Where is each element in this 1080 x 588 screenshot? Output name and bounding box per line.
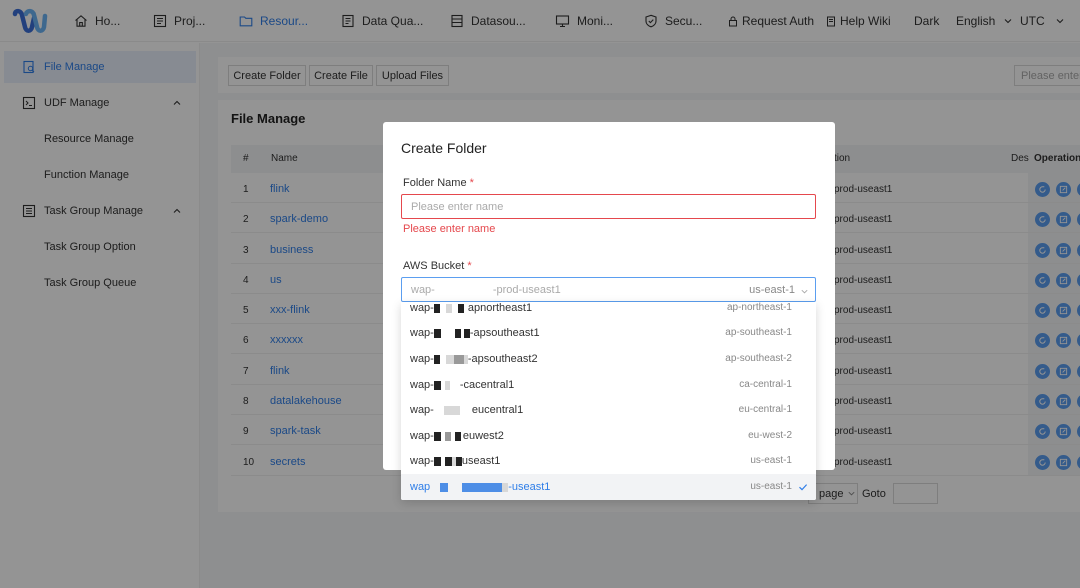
- redacted-block: [434, 406, 444, 415]
- aws-bucket-label: AWS Bucket *: [403, 260, 472, 272]
- redacted-block: [433, 431, 441, 441]
- bucket-option-region: ap-southeast-2: [725, 353, 792, 364]
- aws-bucket-label-text: AWS Bucket: [403, 260, 465, 272]
- bucket-option-suffix: euwest2: [462, 430, 504, 442]
- redacted-block: [433, 456, 441, 466]
- redacted-block: [448, 483, 462, 492]
- redacted-block: [433, 380, 441, 390]
- redacted-block: [453, 354, 464, 364]
- bucket-option-suffix: -cacentral1: [459, 379, 515, 391]
- redacted-block: [462, 482, 503, 492]
- bucket-option[interactable]: wap-useast1 us-east-1: [401, 448, 816, 474]
- bucket-dropdown: wap-apnortheast1 ap-northeast-1 wap- -apsou…: [401, 302, 816, 500]
- redacted-block: [450, 381, 460, 390]
- bucket-option[interactable]: wap- -apsoutheast1 ap-southeast-1: [401, 320, 816, 346]
- folder-name-input[interactable]: Please enter name: [401, 194, 816, 219]
- bucket-option[interactable]: wap- -cacentral1 ca-central-1: [401, 372, 816, 398]
- bucket-option-prefix: wap-: [410, 430, 434, 442]
- folder-name-error: Please enter name: [403, 223, 496, 235]
- bucket-option-name: wap-useast1: [410, 455, 500, 467]
- bucket-option-region: eu-west-2: [748, 430, 792, 441]
- redacted-block: [443, 405, 460, 415]
- bucket-prefix: wap-: [411, 284, 435, 296]
- bucket-option-region: us-east-1: [750, 481, 792, 492]
- bucket-selected-region: us-east-1: [749, 284, 795, 296]
- redacted-block: [430, 483, 440, 492]
- required-mark: *: [469, 177, 474, 189]
- bucket-option-prefix: wap-: [410, 404, 434, 416]
- folder-name-label: Folder Name *: [403, 177, 474, 189]
- bucket-option[interactable]: wap- -apsoutheast2 ap-southeast-2: [401, 346, 816, 372]
- bucket-option-prefix: wap-: [410, 302, 434, 314]
- bucket-option-name: wap-apnortheast1: [410, 302, 532, 314]
- bucket-option-prefix: wap-: [410, 353, 434, 365]
- redacted-block: [460, 406, 472, 415]
- bucket-option-suffix: eucentral1: [471, 404, 524, 416]
- bucket-option-suffix: -useast1: [508, 481, 551, 493]
- bucket-suffix: -prod-useast1: [492, 284, 561, 296]
- bucket-option[interactable]: wap -useast1 us-east-1: [401, 474, 816, 500]
- bucket-option-region: ap-northeast-1: [726, 302, 792, 313]
- bucket-option-prefix: wap-: [410, 379, 434, 391]
- redacted-block: [433, 328, 441, 338]
- bucket-option-region: ca-central-1: [739, 379, 792, 390]
- bucket-option-name: wap -useast1: [410, 481, 550, 493]
- bucket-option-suffix: useast1: [461, 455, 501, 467]
- bucket-option-name: wap- -apsoutheast1: [410, 327, 540, 339]
- redacted-block: [445, 354, 454, 364]
- bucket-option-name: wap- -apsoutheast2: [410, 353, 538, 365]
- bucket-selected-value: wap- -prod-useast1: [411, 284, 561, 296]
- bucket-option-name: wap-euwest2: [410, 430, 504, 442]
- aws-bucket-select[interactable]: wap- -prod-useast1 us-east-1: [401, 277, 816, 302]
- bucket-option-prefix: wap: [410, 481, 431, 493]
- redacted-block: [444, 456, 452, 466]
- bucket-option-prefix: wap-: [410, 327, 434, 339]
- bucket-option-region: eu-central-1: [738, 404, 792, 415]
- required-mark: *: [467, 260, 472, 272]
- bucket-option-region: ap-southeast-1: [725, 327, 792, 338]
- redacted-block: [440, 482, 449, 492]
- bucket-option-region: us-east-1: [750, 455, 792, 466]
- folder-name-label-text: Folder Name: [403, 177, 467, 189]
- check-icon: [799, 484, 808, 491]
- bucket-option[interactable]: wap-apnortheast1 ap-northeast-1: [401, 302, 816, 321]
- bucket-option-name: wap- -cacentral1: [410, 379, 514, 391]
- chevron-down-icon: [801, 289, 808, 294]
- bucket-option-name: wap-eucentral1: [410, 404, 523, 416]
- redacted-block: [441, 329, 455, 338]
- bucket-option-prefix: wap-: [410, 455, 434, 467]
- bucket-option[interactable]: wap-euwest2 eu-west-2: [401, 423, 816, 449]
- bucket-option-suffix: apnortheast1: [467, 302, 533, 314]
- bucket-option-suffix: -apsoutheast1: [469, 327, 540, 339]
- bucket-option-suffix: -apsoutheast2: [467, 353, 538, 365]
- bucket-option[interactable]: wap-eucentral1 eu-central-1: [401, 397, 816, 423]
- modal-title: Create Folder: [401, 140, 487, 156]
